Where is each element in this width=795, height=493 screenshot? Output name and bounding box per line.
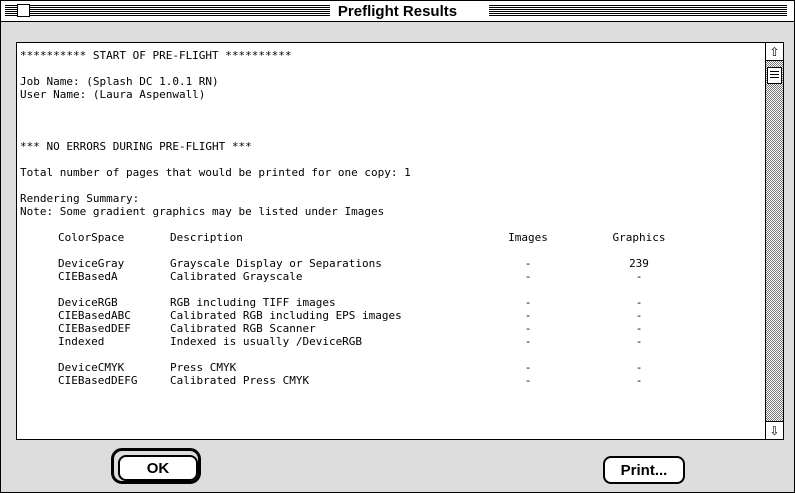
close-box[interactable] — [17, 4, 30, 17]
column-header: Images — [508, 231, 548, 244]
cell: - — [635, 322, 643, 335]
cell: Press CMYK — [170, 361, 237, 374]
cell: - — [524, 361, 532, 374]
cell: - — [635, 335, 643, 348]
scroll-thumb[interactable] — [767, 67, 782, 84]
cell: - — [635, 296, 643, 309]
down-arrow-icon: ⇩ — [769, 423, 780, 438]
cell: 239 — [629, 257, 649, 270]
print-button[interactable]: Print... — [603, 456, 685, 484]
vertical-scrollbar[interactable]: ⇧ ⇩ — [765, 43, 783, 439]
cell: - — [635, 309, 643, 322]
cell: - — [524, 257, 532, 270]
table-row: DeviceRGB RGB including TIFF images - - — [20, 296, 760, 309]
report-header: ********** START OF PRE-FLIGHT *********… — [20, 49, 292, 62]
ok-button[interactable]: OK — [118, 455, 198, 481]
cell: - — [524, 335, 532, 348]
cell: Grayscale Display or Separations — [170, 257, 382, 270]
report-content: ********** START OF PRE-FLIGHT *********… — [20, 49, 760, 387]
cell: - — [524, 296, 532, 309]
title-bar[interactable]: Preflight Results — [1, 1, 794, 22]
scroll-down-button[interactable]: ⇩ — [766, 421, 783, 439]
title-stripes-left — [5, 5, 363, 16]
column-header: ColorSpace — [58, 231, 125, 244]
table-header: ColorSpace Description Images Graphics — [20, 231, 760, 244]
page-count: Total number of pages that would be prin… — [20, 166, 411, 179]
summary-title: Rendering Summary: — [20, 192, 140, 205]
table-row: DeviceCMYK Press CMYK - - — [20, 361, 760, 374]
cell: Indexed is usually /DeviceRGB — [170, 335, 363, 348]
cell: - — [524, 309, 532, 322]
cell: DeviceCMYK — [58, 361, 125, 374]
cell: Calibrated Press CMYK — [170, 374, 310, 387]
cell: - — [524, 322, 532, 335]
cell: DeviceRGB — [58, 296, 118, 309]
results-text-area[interactable]: ********** START OF PRE-FLIGHT *********… — [16, 42, 784, 440]
table-row: CIEBasedABC Calibrated RGB including EPS… — [20, 309, 760, 322]
job-name: Job Name: (Splash DC 1.0.1 RN) — [20, 75, 219, 88]
cell: Indexed — [58, 335, 105, 348]
table-row: CIEBasedA Calibrated Grayscale - - — [20, 270, 760, 283]
table-row: Indexed Indexed is usually /DeviceRGB - … — [20, 335, 760, 348]
cell: CIEBasedDEF — [58, 322, 131, 335]
table-row: CIEBasedDEFG Calibrated Press CMYK - - — [20, 374, 760, 387]
column-header: Description — [170, 231, 243, 244]
cell: CIEBasedABC — [58, 309, 131, 322]
cell: - — [635, 361, 643, 374]
cell: RGB including TIFF images — [170, 296, 336, 309]
default-button-ring: OK — [111, 448, 201, 484]
cell: Calibrated Grayscale — [170, 270, 303, 283]
status-message: *** NO ERRORS DURING PRE-FLIGHT *** — [20, 140, 252, 153]
cell: DeviceGray — [58, 257, 125, 270]
summary-note: Note: Some gradient graphics may be list… — [20, 205, 385, 218]
table-row: CIEBasedDEF Calibrated RGB Scanner - - — [20, 322, 760, 335]
scroll-up-button[interactable]: ⇧ — [766, 43, 783, 61]
cell: Calibrated RGB including EPS images — [170, 309, 402, 322]
cell: CIEBasedA — [58, 270, 118, 283]
cell: - — [524, 374, 532, 387]
up-arrow-icon: ⇧ — [769, 44, 780, 59]
column-header: Graphics — [612, 231, 666, 244]
cell: - — [635, 374, 643, 387]
cell: Calibrated RGB Scanner — [170, 322, 316, 335]
cell: CIEBasedDEFG — [58, 374, 138, 387]
window-title: Preflight Results — [329, 3, 466, 20]
preflight-window: Preflight Results ********** START OF PR… — [0, 0, 795, 493]
table-row: DeviceGray Grayscale Display or Separati… — [20, 257, 760, 270]
title-stripes-right — [489, 5, 787, 16]
user-name: User Name: (Laura Aspenwall) — [20, 88, 206, 101]
cell: - — [524, 270, 532, 283]
cell: - — [635, 270, 643, 283]
